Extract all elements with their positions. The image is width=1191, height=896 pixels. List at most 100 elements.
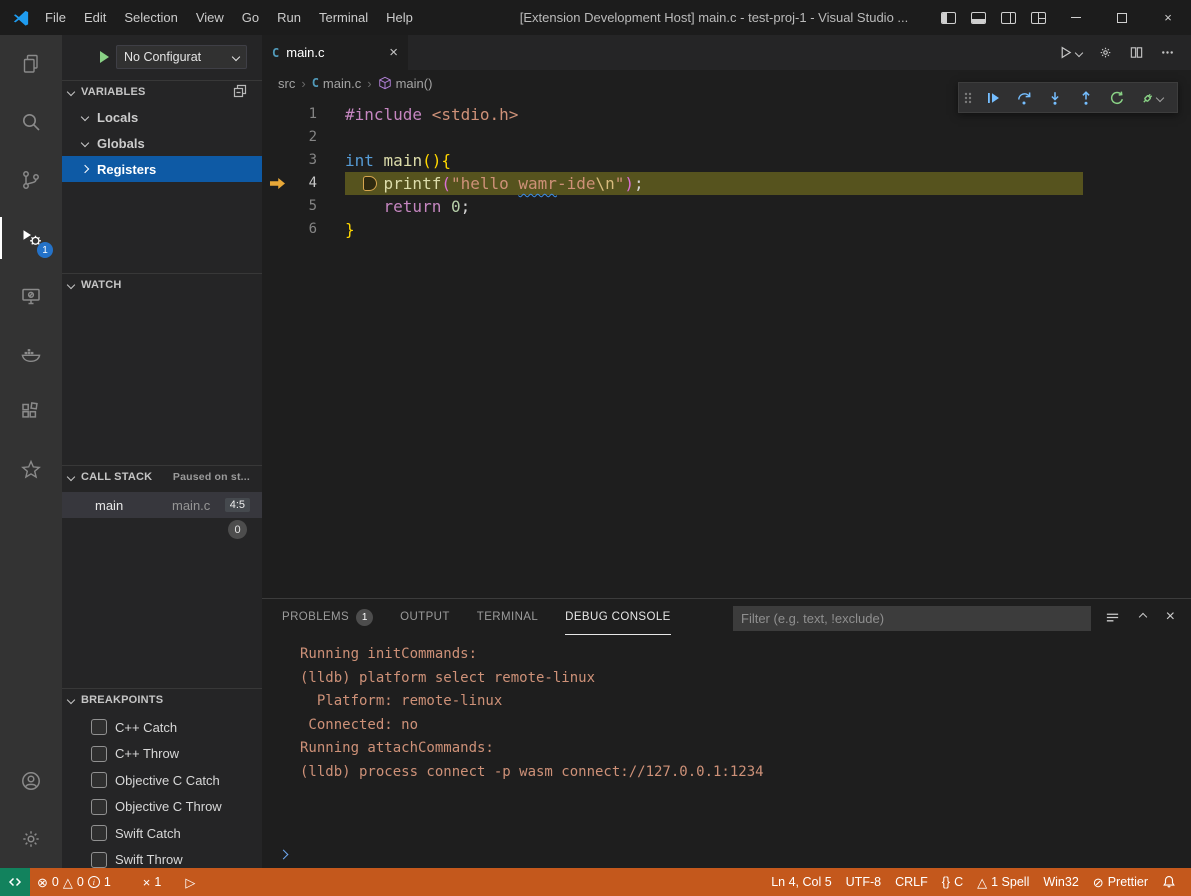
variables-item-locals[interactable]: Locals bbox=[62, 104, 262, 130]
start-debug-icon[interactable] bbox=[100, 51, 109, 63]
code-line-6[interactable]: 6} bbox=[262, 218, 1177, 241]
eol-indicator[interactable]: CRLF bbox=[888, 868, 935, 896]
run-file-button[interactable] bbox=[1058, 45, 1082, 60]
activity-docker[interactable] bbox=[0, 325, 62, 383]
menu-terminal[interactable]: Terminal bbox=[310, 0, 377, 35]
menu-help[interactable]: Help bbox=[377, 0, 422, 35]
gutter-glyph-margin[interactable] bbox=[262, 218, 290, 241]
maximize-panel-button[interactable] bbox=[1140, 614, 1146, 620]
close-tab-icon[interactable]: × bbox=[389, 45, 398, 60]
gutter-glyph-margin[interactable] bbox=[262, 126, 290, 149]
checkbox[interactable] bbox=[91, 719, 107, 735]
spell-checker-status[interactable]: △ 1 Spell bbox=[970, 868, 1036, 896]
menu-selection[interactable]: Selection bbox=[115, 0, 186, 35]
console-options-button[interactable] bbox=[1105, 610, 1120, 625]
breakpoint-item-objective-c-throw[interactable]: Objective C Throw bbox=[62, 794, 262, 820]
encoding-indicator[interactable]: UTF-8 bbox=[839, 868, 888, 896]
activity-search[interactable] bbox=[0, 93, 62, 151]
language-mode[interactable]: {} C bbox=[935, 868, 970, 896]
menu-go[interactable]: Go bbox=[233, 0, 268, 35]
line-content[interactable]: } bbox=[317, 218, 1177, 241]
toggle-panel-button[interactable] bbox=[963, 0, 993, 35]
menu-view[interactable]: View bbox=[187, 0, 233, 35]
gutter-glyph-margin[interactable] bbox=[262, 149, 290, 172]
activity-remote-explorer[interactable] bbox=[0, 267, 62, 325]
line-content[interactable] bbox=[317, 126, 1177, 149]
debug-status[interactable]: ▷ bbox=[178, 868, 202, 896]
formatter-status[interactable]: ⊘ Prettier bbox=[1086, 868, 1155, 896]
tasks-status[interactable]: × 1 bbox=[136, 868, 169, 896]
panel-tab-terminal[interactable]: TERMINAL bbox=[477, 600, 538, 635]
step-over-button[interactable] bbox=[1008, 83, 1039, 113]
debug-console-output[interactable]: Running initCommands:(lldb) platform sel… bbox=[262, 635, 1191, 784]
more-actions-button[interactable] bbox=[1160, 45, 1175, 60]
breakpoint-item-swift-catch[interactable]: Swift Catch bbox=[62, 820, 262, 846]
panel-tab-output[interactable]: OUTPUT bbox=[400, 600, 450, 635]
close-panel-button[interactable]: × bbox=[1166, 608, 1175, 626]
checkbox[interactable] bbox=[91, 799, 107, 815]
debug-console-input[interactable] bbox=[262, 842, 1191, 866]
step-out-button[interactable] bbox=[1070, 83, 1101, 113]
checkbox[interactable] bbox=[91, 746, 107, 762]
checkbox[interactable] bbox=[91, 772, 107, 788]
code-line-3[interactable]: 3int main(){ bbox=[262, 149, 1177, 172]
code-line-5[interactable]: 5 return 0; bbox=[262, 195, 1177, 218]
restart-button[interactable] bbox=[1101, 83, 1132, 113]
checkbox[interactable] bbox=[91, 852, 107, 868]
variables-item-globals[interactable]: Globals bbox=[62, 130, 262, 156]
activity-extensions[interactable] bbox=[0, 383, 62, 441]
remote-indicator[interactable] bbox=[0, 868, 30, 896]
line-content[interactable]: int main(){ bbox=[317, 149, 1177, 172]
breakpoint-item-objective-c-catch[interactable]: Objective C Catch bbox=[62, 767, 262, 793]
toolbar-drag-handle[interactable] bbox=[959, 83, 977, 113]
close-button[interactable]: × bbox=[1145, 0, 1191, 35]
notifications-button[interactable] bbox=[1155, 868, 1183, 896]
breakpoint-item-c-catch[interactable]: C++ Catch bbox=[62, 714, 262, 740]
code-line-2[interactable]: 2 bbox=[262, 126, 1177, 149]
minimize-button[interactable] bbox=[1053, 0, 1099, 35]
activity-star[interactable] bbox=[0, 441, 62, 499]
launch-config-dropdown[interactable]: No Configurat bbox=[116, 45, 247, 69]
activity-run-and-debug[interactable]: 1 bbox=[0, 209, 62, 267]
variables-item-registers[interactable]: Registers bbox=[62, 156, 262, 182]
call-stack-frame[interactable]: main main.c 4:5 bbox=[62, 492, 262, 518]
breakpoint-item-c-throw[interactable]: C++ Throw bbox=[62, 741, 262, 767]
menu-edit[interactable]: Edit bbox=[75, 0, 115, 35]
maximize-button[interactable] bbox=[1099, 0, 1145, 35]
breadcrumb-symbol[interactable]: main() bbox=[378, 76, 433, 91]
activity-explorer[interactable] bbox=[0, 35, 62, 93]
gutter-glyph-margin[interactable] bbox=[262, 172, 290, 195]
toggle-secondary-sidebar-button[interactable] bbox=[993, 0, 1023, 35]
step-into-button[interactable] bbox=[1039, 83, 1070, 113]
gutter-glyph-margin[interactable] bbox=[262, 195, 290, 218]
menu-file[interactable]: File bbox=[36, 0, 75, 35]
continue-button[interactable] bbox=[977, 83, 1008, 113]
panel-tab-problems[interactable]: PROBLEMS1 bbox=[282, 600, 373, 635]
split-editor-button[interactable] bbox=[1129, 45, 1144, 60]
watch-section-header[interactable]: WATCH bbox=[62, 273, 262, 295]
breakpoints-section-header[interactable]: BREAKPOINTS bbox=[62, 688, 262, 710]
problems-status[interactable]: ⊗ 0 △ 0 i 1 bbox=[30, 868, 118, 896]
breadcrumb-file[interactable]: Cmain.c bbox=[312, 76, 362, 91]
activity-account[interactable] bbox=[0, 752, 62, 810]
os-indicator[interactable]: Win32 bbox=[1036, 868, 1085, 896]
code-editor[interactable]: 1#include <stdio.h>23int main(){4 printf… bbox=[262, 96, 1177, 598]
line-content[interactable]: return 0; bbox=[317, 195, 1177, 218]
gutter-glyph-margin[interactable] bbox=[262, 103, 290, 126]
checkbox[interactable] bbox=[91, 825, 107, 841]
customize-layout-button[interactable] bbox=[1023, 0, 1053, 35]
tab-main-c[interactable]: C main.c × bbox=[262, 35, 408, 70]
breadcrumb-src[interactable]: src bbox=[278, 76, 295, 91]
cursor-position[interactable]: Ln 4, Col 5 bbox=[764, 868, 838, 896]
line-content[interactable]: printf("hello wamr-ide\n"); bbox=[317, 172, 1177, 195]
code-line-4[interactable]: 4 printf("hello wamr-ide\n"); bbox=[262, 172, 1177, 195]
console-filter-input[interactable] bbox=[733, 606, 1091, 631]
call-stack-section-header[interactable]: CALL STACK Paused on st... bbox=[62, 465, 262, 487]
editor-settings-button[interactable] bbox=[1098, 45, 1113, 60]
toggle-sidebar-button[interactable] bbox=[933, 0, 963, 35]
activity-source-control[interactable] bbox=[0, 151, 62, 209]
collapse-all-button[interactable] bbox=[232, 83, 248, 99]
menu-run[interactable]: Run bbox=[268, 0, 310, 35]
activity-settings[interactable] bbox=[0, 810, 62, 868]
panel-tab-debug-console[interactable]: DEBUG CONSOLE bbox=[565, 600, 671, 635]
